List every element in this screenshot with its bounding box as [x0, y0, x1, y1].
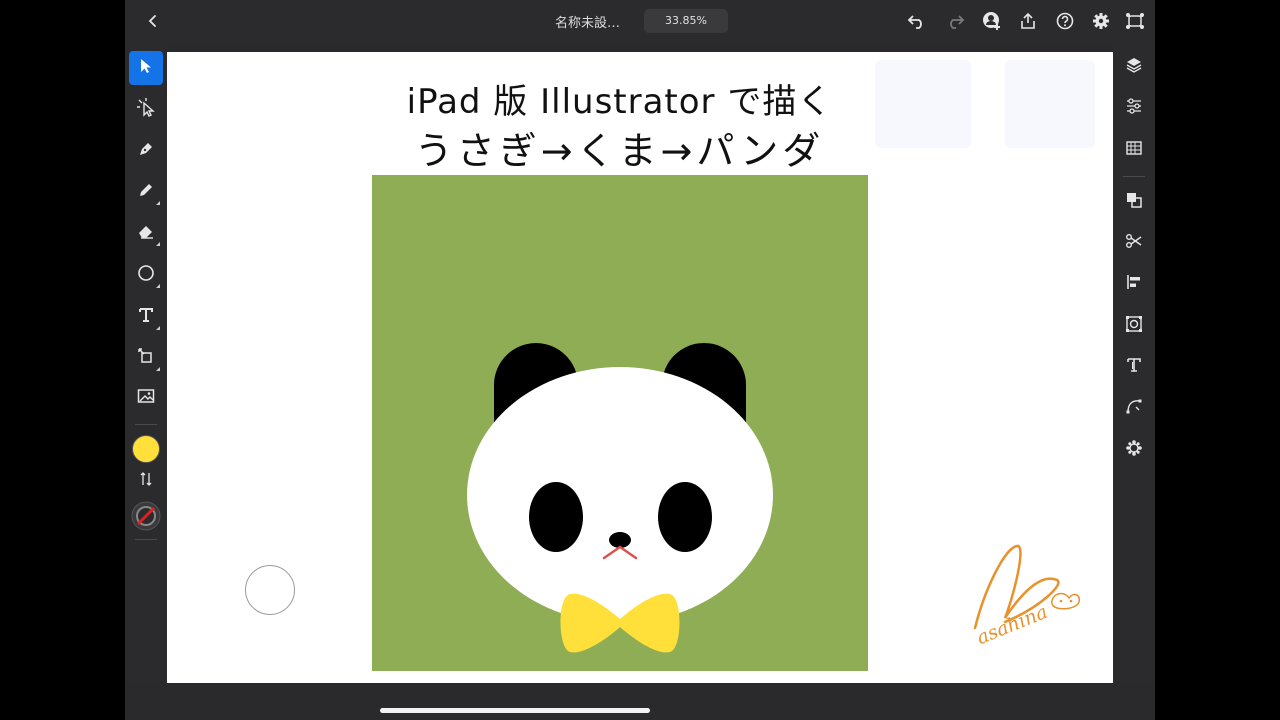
direct-select-icon: [136, 97, 156, 121]
plugin-puzzle-icon: [1125, 439, 1143, 461]
panda-face: [467, 367, 773, 623]
toolbar-divider: [135, 424, 157, 425]
illustrator-app: 名称未設… 33.85% iPad 版 Illustrator で描く うさぎ→…: [125, 0, 1155, 720]
top-bar: 名称未設… 33.85%: [125, 0, 1155, 42]
type-tool[interactable]: [129, 300, 163, 334]
artboard[interactable]: [372, 175, 868, 671]
signature: asahina: [965, 538, 1095, 658]
transform-tool[interactable]: [129, 341, 163, 375]
zoom-level[interactable]: 33.85%: [644, 9, 728, 33]
cut-button[interactable]: [1119, 228, 1149, 258]
pen-nib-icon: [137, 140, 155, 162]
place-image-tool[interactable]: [129, 381, 163, 415]
type-t-icon: [138, 307, 154, 327]
curve-path-icon: [1125, 397, 1143, 419]
pathfinder-button[interactable]: [1119, 187, 1149, 217]
arrow-pointer-icon: [139, 58, 153, 78]
panda-left-eye: [529, 482, 583, 552]
eraser-icon: [137, 222, 155, 244]
align-button[interactable]: [1119, 269, 1149, 299]
touch-shortcut-icon[interactable]: [1123, 9, 1147, 33]
properties-button[interactable]: [1119, 93, 1149, 123]
type-settings-button[interactable]: [1119, 352, 1149, 382]
fill-color-swatch[interactable]: [129, 432, 163, 466]
artwork-title-line-1: iPad 版 Illustrator で描く: [406, 82, 833, 122]
fill-color-circle: [132, 435, 160, 463]
pencil-tool[interactable]: [129, 175, 163, 209]
plugins-button[interactable]: [1119, 435, 1149, 465]
layers-button[interactable]: [1119, 52, 1149, 82]
artwork-title-line-2: うさぎ→くま→パンダ: [414, 129, 825, 173]
back-chevron-icon[interactable]: [141, 9, 165, 33]
swap-arrows-icon: [140, 471, 152, 490]
undo-icon[interactable]: [905, 9, 929, 33]
swatch-grid-icon: [1125, 139, 1143, 161]
submenu-corner: [156, 242, 160, 246]
submenu-corner: [156, 367, 160, 371]
submenu-corner: [156, 284, 160, 288]
pencil-icon: [137, 181, 155, 203]
direct-selection-tool[interactable]: [129, 92, 163, 126]
sliders-icon: [1125, 97, 1143, 119]
scissors-icon: [1125, 232, 1143, 254]
left-toolbar: [125, 42, 167, 682]
right-toolbar: [1113, 42, 1155, 682]
shape-tool[interactable]: [129, 258, 163, 292]
transform-icon: [137, 347, 155, 369]
toolbar-divider: [1123, 176, 1145, 177]
help-icon[interactable]: [1053, 9, 1077, 33]
layers-icon: [1125, 56, 1143, 78]
home-indicator[interactable]: [380, 708, 650, 713]
libraries-button[interactable]: [1119, 135, 1149, 165]
document-canvas[interactable]: iPad 版 Illustrator で描く うさぎ→くま→パンダ asahin…: [167, 52, 1113, 683]
pathfinder-icon: [1125, 191, 1143, 213]
share-icon[interactable]: [1016, 9, 1040, 33]
pen-tool[interactable]: [129, 134, 163, 168]
invite-collaborator-icon[interactable]: [980, 9, 1004, 33]
repeat-button[interactable]: [1119, 311, 1149, 341]
shape-builder-button[interactable]: [1119, 393, 1149, 423]
eraser-tool[interactable]: [129, 216, 163, 250]
submenu-corner: [156, 201, 160, 205]
gesture-circle[interactable]: [245, 565, 295, 615]
toolbar-divider: [135, 539, 157, 540]
panda-right-eye: [658, 482, 712, 552]
document-title[interactable]: 名称未設…: [555, 12, 620, 31]
ellipse-icon: [137, 264, 155, 286]
stroke-color-swatch[interactable]: [129, 501, 163, 535]
no-stroke-icon: [131, 501, 161, 535]
redo-icon[interactable]: [943, 9, 967, 33]
repeat-grid-icon: [1125, 315, 1143, 337]
panda-illustration: [467, 343, 773, 653]
type-settings-icon: [1126, 357, 1142, 377]
submenu-corner: [156, 326, 160, 330]
settings-gear-icon[interactable]: [1089, 9, 1113, 33]
swap-fill-stroke-button[interactable]: [129, 467, 163, 493]
selection-tool[interactable]: [129, 51, 163, 85]
align-left-icon: [1125, 273, 1143, 295]
image-icon: [137, 388, 155, 408]
